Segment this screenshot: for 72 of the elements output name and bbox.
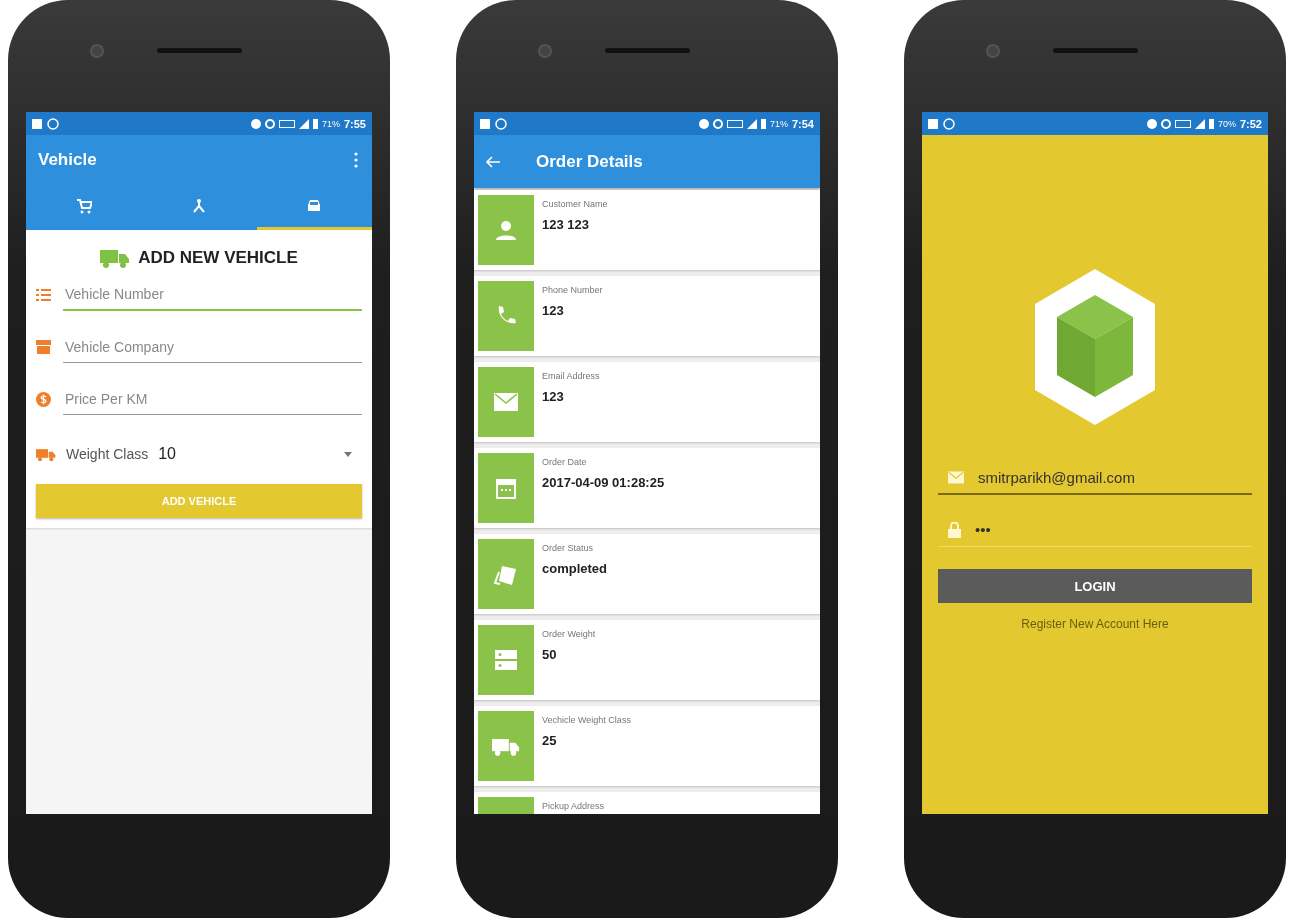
back-arrow-icon[interactable] [486, 155, 500, 168]
form-heading: ADD NEW VEHICLE [138, 248, 298, 268]
detail-label: Email Address [542, 371, 600, 381]
detail-label: Order Date [542, 457, 588, 467]
detail-label: Order Weight [542, 629, 596, 639]
input-field[interactable]: Vehicle Company [63, 331, 362, 363]
battery-percent: 70% [1217, 118, 1236, 129]
envelope-icon [494, 393, 518, 411]
field-label: Weight Class [66, 446, 149, 462]
input-field[interactable]: Price Per KM [63, 383, 362, 415]
notification-icons [928, 117, 958, 130]
clock-time: 7:52 [1239, 117, 1262, 130]
camera-icon [986, 44, 1000, 58]
network-icon [1174, 119, 1191, 128]
camera-icon [538, 44, 552, 58]
branch-icon [191, 198, 207, 214]
password-field[interactable]: ••• [938, 513, 1252, 547]
detail-label: Vechicle Weight Class [542, 715, 631, 725]
lock-icon [948, 521, 961, 538]
dropdown[interactable]: 10 [158, 445, 362, 463]
vibrate-icon [1160, 118, 1171, 129]
register-link[interactable]: Register New Account Here [1021, 617, 1169, 631]
login-button[interactable]: LOGIN [938, 569, 1252, 603]
detail-label: Order Status [542, 543, 595, 553]
detail-value: completed [542, 561, 607, 576]
list-icon [36, 288, 51, 302]
battery-percent: 71% [769, 118, 788, 129]
detail-value: 25 [542, 733, 558, 748]
server-icon [495, 649, 517, 671]
detail-value: 2017-04-09 01:28:25 [542, 475, 665, 490]
caret-icon [344, 451, 352, 457]
battery-icon [312, 118, 318, 129]
detail-value: 123 [542, 389, 565, 404]
notification-icons [480, 117, 510, 130]
dollar-icon [36, 391, 51, 407]
network-icon [726, 119, 743, 128]
record-icon [1146, 118, 1157, 129]
detail-value: 50 [542, 647, 558, 662]
clock-time: 7:55 [343, 117, 366, 130]
person-icon [495, 219, 517, 241]
camera-icon [90, 44, 104, 58]
cart-icon [75, 198, 92, 214]
notification-icons [32, 117, 62, 130]
vibrate-icon [712, 118, 723, 129]
battery-icon [760, 118, 766, 129]
clock-time: 7:54 [791, 117, 814, 130]
email-field[interactable]: smitrparikh@gmail.com [938, 461, 1252, 495]
network-icon [278, 119, 295, 128]
input-field[interactable]: Vehicle Number [63, 279, 362, 311]
app-bar-title: Vehicle [38, 150, 97, 170]
battery-percent: 71% [321, 118, 340, 129]
signal-icon [298, 118, 309, 129]
detail-value: 123 [542, 303, 565, 318]
envelope-icon [948, 470, 964, 484]
signal-icon [746, 118, 757, 129]
record-icon [698, 118, 709, 129]
truck-icon [36, 446, 56, 462]
calendar-icon [496, 477, 516, 499]
store-icon [36, 340, 51, 354]
detail-value: 123 123 [542, 217, 590, 232]
detail-label: Customer Name [542, 199, 608, 209]
signal-icon [1194, 118, 1205, 129]
overflow-menu-icon[interactable] [354, 152, 358, 168]
record-icon [250, 118, 261, 129]
vibrate-icon [264, 118, 275, 129]
truck-icon [100, 248, 131, 268]
detail-label: Phone Number [542, 285, 603, 295]
battery-icon [1208, 118, 1214, 129]
truck-icon [492, 736, 520, 756]
car-icon [306, 199, 323, 213]
app-bar-title: Order Details [536, 151, 643, 172]
detail-label: Pickup Address [542, 801, 605, 811]
